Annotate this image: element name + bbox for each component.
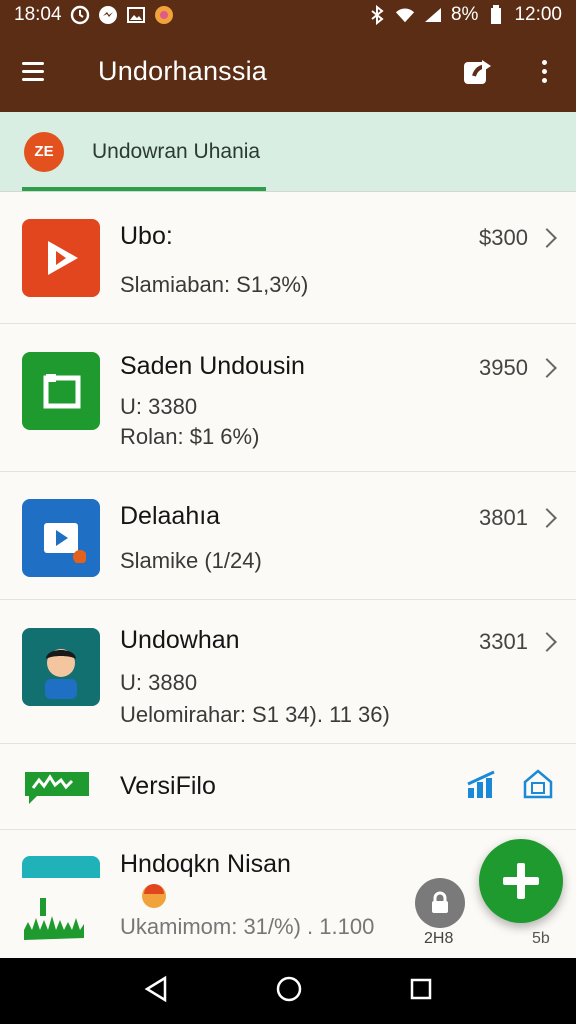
list-item[interactable]: Saden Undousin U: 3380 Rolan: $1 6%) 395…	[0, 324, 576, 472]
chevron-right-icon	[537, 632, 557, 652]
item-value: 3950	[479, 355, 528, 380]
lock-label: 2H8	[424, 930, 454, 947]
status-bar: 18:04 8% 12:00	[0, 0, 576, 30]
item-name: Delaahıa	[120, 502, 221, 530]
list-item[interactable]: VersiFilo	[0, 744, 576, 830]
versifilo-logo-icon	[22, 756, 92, 816]
list-item[interactable]: Ubo: Slamiaban: S1,3%) $300	[0, 192, 576, 324]
item-list: Ubo: Slamiaban: S1,3%) $300 Saden Undous…	[0, 192, 576, 830]
screen: 18:04 8% 12:00 Undorhanssia ZE Undowran …	[0, 0, 576, 1024]
grass-logo-icon	[22, 888, 98, 949]
folder-app-icon	[22, 352, 100, 430]
signal-icon	[423, 5, 443, 25]
tab-badge: ZE	[24, 131, 64, 172]
list-item[interactable]: Delaahıa Slamike (1/24) 3801	[0, 472, 576, 600]
item-detail-secondary: Uelomirahar: S1 34). 11 36)	[120, 702, 390, 727]
partial-app-icon	[22, 856, 100, 878]
back-icon[interactable]	[143, 975, 169, 1008]
item-value: 3801	[479, 505, 528, 530]
corner-label: 5b	[532, 930, 550, 947]
bar-chart-icon[interactable]	[466, 770, 502, 805]
alarm-icon	[70, 5, 90, 25]
recents-icon[interactable]	[409, 977, 433, 1006]
item-name: VersiFilo	[120, 772, 216, 800]
chevron-right-icon	[537, 508, 557, 528]
home-icon[interactable]	[275, 975, 303, 1008]
item-detail: Ukamimom: 31/%) . 1.100	[120, 914, 375, 939]
item-value: $300	[479, 225, 528, 250]
status-time-right: 12:00	[514, 4, 562, 25]
avatar-icon	[22, 628, 100, 706]
emoji-face-icon	[140, 882, 168, 915]
app-bar: Undorhanssia	[0, 30, 576, 112]
wifi-icon	[395, 5, 415, 25]
tab-active-label[interactable]: Undowran Uhania	[92, 140, 260, 164]
item-detail: U: 3880	[120, 670, 198, 695]
app-notification-icon	[154, 5, 174, 25]
bluetooth-icon	[367, 5, 387, 25]
tab-indicator	[22, 187, 266, 191]
system-nav-bar	[0, 958, 576, 1024]
gallery-icon	[126, 5, 146, 25]
status-time-left: 18:04	[14, 4, 62, 25]
item-name: Hndoqkn Nisan	[120, 850, 291, 878]
item-name: Saden Undousin	[120, 352, 305, 380]
item-detail: Slamiaban: S1,3%)	[120, 272, 309, 297]
app-title: Undorhanssia	[98, 55, 268, 86]
chevron-right-icon	[537, 358, 557, 378]
add-button[interactable]	[479, 839, 563, 923]
tab-bar: ZE Undowran Uhania	[0, 112, 576, 192]
messenger-icon	[98, 5, 118, 25]
item-detail: Slamike (1/24)	[120, 548, 262, 573]
item-value: 3301	[479, 629, 528, 654]
list-item[interactable]: Undowhan U: 3880 Uelomirahar: S1 34). 11…	[0, 600, 576, 744]
share-icon[interactable]	[460, 54, 494, 88]
menu-icon[interactable]	[22, 54, 56, 88]
play-store-icon	[22, 219, 100, 297]
item-name: Ubo:	[120, 222, 173, 250]
item-detail: U: 3380	[120, 394, 198, 419]
video-player-icon	[22, 499, 100, 577]
item-name: Undowhan	[120, 626, 240, 654]
home-calendar-icon[interactable]	[522, 768, 554, 805]
battery-icon	[486, 5, 506, 25]
lock-icon[interactable]	[415, 878, 465, 928]
chevron-right-icon	[537, 228, 557, 248]
more-options-icon[interactable]	[534, 54, 554, 88]
item-detail-secondary: Rolan: $1 6%)	[120, 424, 260, 449]
battery-percent: 8%	[450, 4, 479, 25]
